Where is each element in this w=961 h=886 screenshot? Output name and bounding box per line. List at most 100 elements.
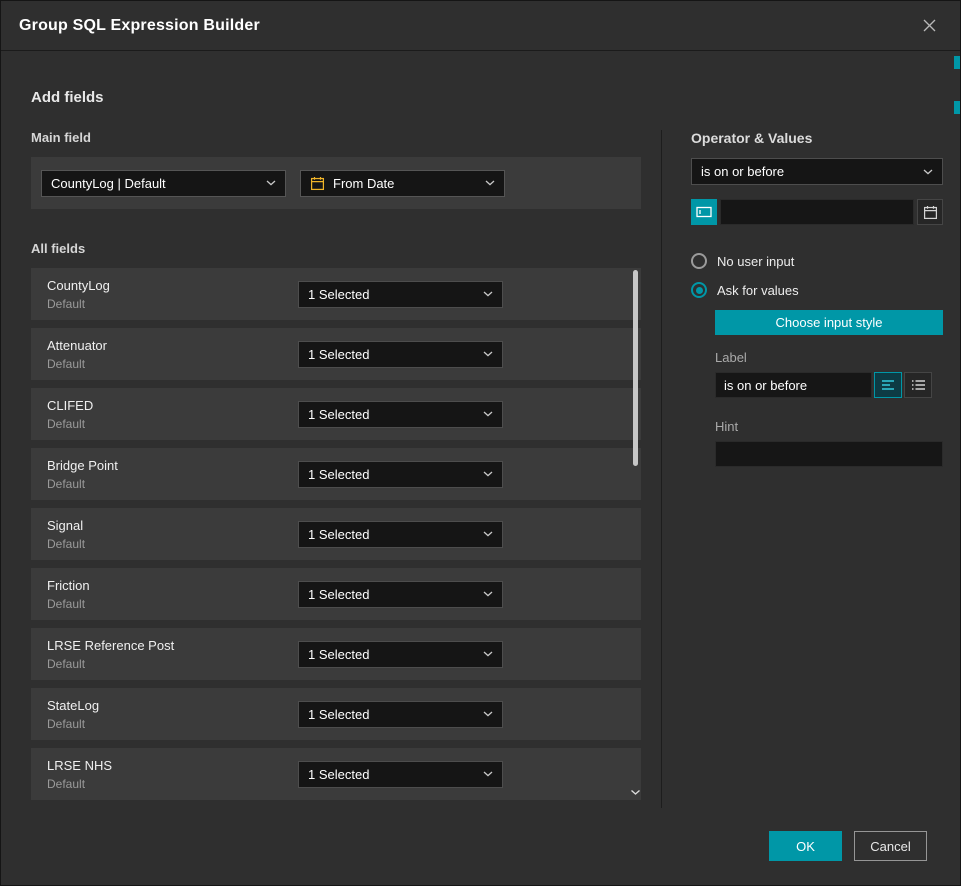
operator-values-title: Operator & Values <box>691 130 943 146</box>
main-field-layer-dropdown[interactable]: CountyLog | Default <box>41 170 286 197</box>
chevron-down-icon <box>923 169 933 175</box>
main-field-field-dropdown[interactable]: From Date <box>300 170 505 197</box>
field-selection-dropdown[interactable]: 1 Selected <box>298 641 503 668</box>
field-dropdown-value: From Date <box>333 176 394 191</box>
fields-column: Main field CountyLog | Default From Date <box>31 130 641 808</box>
field-selection-dropdown[interactable]: 1 Selected <box>298 281 503 308</box>
chevron-down-icon <box>483 771 493 777</box>
field-row: Attenuator Default 1 Selected <box>31 328 641 380</box>
close-button[interactable] <box>916 13 942 39</box>
field-name: CountyLog <box>47 278 298 293</box>
radio-label: No user input <box>717 254 794 269</box>
field-selection-dropdown[interactable]: 1 Selected <box>298 761 503 788</box>
field-info: StateLog Default <box>47 698 298 731</box>
chevron-down-icon <box>266 180 276 186</box>
field-row: Signal Default 1 Selected <box>31 508 641 560</box>
calendar-icon <box>923 205 938 220</box>
chevron-down-icon <box>483 351 493 357</box>
add-fields-heading: Add fields <box>31 89 960 106</box>
selection-count-label: 1 Selected <box>308 467 369 482</box>
field-selection-dropdown[interactable]: 1 Selected <box>298 461 503 488</box>
chevron-down-icon <box>483 291 493 297</box>
field-layer-label: Default <box>47 777 298 791</box>
value-input[interactable] <box>720 199 914 225</box>
selection-count-label: 1 Selected <box>308 647 369 662</box>
dialog-footer: OK Cancel <box>769 831 927 861</box>
selection-count-label: 1 Selected <box>308 707 369 722</box>
selection-count-label: 1 Selected <box>308 407 369 422</box>
cancel-button[interactable]: Cancel <box>854 831 927 861</box>
operator-dropdown[interactable]: is on or before <box>691 158 943 185</box>
label-field-label: Label <box>715 350 943 365</box>
field-row: LRSE Reference Post Default 1 Selected <box>31 628 641 680</box>
calendar-icon <box>310 176 325 191</box>
field-info: Bridge Point Default <box>47 458 298 491</box>
list-style-icon <box>911 379 925 391</box>
field-info: LRSE Reference Post Default <box>47 638 298 671</box>
field-row: CountyLog Default 1 Selected <box>31 268 641 320</box>
field-name: Signal <box>47 518 298 533</box>
scrollbar-mark <box>954 101 960 114</box>
input-style-list-button[interactable] <box>904 372 932 398</box>
dialog-title: Group SQL Expression Builder <box>19 17 260 35</box>
radio-no-user-input[interactable]: No user input <box>691 253 943 269</box>
choose-input-style-button[interactable]: Choose input style <box>715 310 943 335</box>
label-input-row <box>715 372 943 398</box>
dialog-body: Add fields Main field CountyLog | Defaul… <box>1 51 960 808</box>
field-name: Friction <box>47 578 298 593</box>
selection-count-label: 1 Selected <box>308 767 369 782</box>
scrollbar-thumb[interactable] <box>633 270 638 466</box>
layer-dropdown-value: CountyLog | Default <box>51 176 166 191</box>
radio-circle-selected-icon <box>691 282 707 298</box>
all-fields-label: All fields <box>31 241 641 256</box>
field-selection-dropdown[interactable]: 1 Selected <box>298 401 503 428</box>
chevron-down-icon <box>483 651 493 657</box>
page-scrollbar[interactable] <box>954 1 960 885</box>
single-line-style-icon <box>881 379 895 391</box>
field-name: LRSE Reference Post <box>47 638 298 653</box>
label-input[interactable] <box>715 372 872 398</box>
field-selection-dropdown[interactable]: 1 Selected <box>298 521 503 548</box>
field-selection-dropdown[interactable]: 1 Selected <box>298 581 503 608</box>
main-field-panel: CountyLog | Default From Date <box>31 157 641 209</box>
field-info: CountyLog Default <box>47 278 298 311</box>
field-name: StateLog <box>47 698 298 713</box>
hint-field-label: Hint <box>715 419 943 434</box>
field-layer-label: Default <box>47 357 298 371</box>
field-name: Bridge Point <box>47 458 298 473</box>
operator-values-panel: Operator & Values is on or before <box>662 130 961 808</box>
field-name: LRSE NHS <box>47 758 298 773</box>
chevron-down-icon <box>483 471 493 477</box>
input-style-single-button[interactable] <box>874 372 902 398</box>
all-fields-list: CountyLog Default 1 Selected Attenuato <box>31 268 641 800</box>
field-row: StateLog Default 1 Selected <box>31 688 641 740</box>
field-info: Signal Default <box>47 518 298 551</box>
chevron-down-icon <box>483 591 493 597</box>
radio-label: Ask for values <box>717 283 799 298</box>
scroll-down-icon[interactable] <box>630 789 641 796</box>
field-layer-label: Default <box>47 477 298 491</box>
field-layer-label: Default <box>47 297 298 311</box>
field-selection-dropdown[interactable]: 1 Selected <box>298 701 503 728</box>
value-row <box>691 199 943 225</box>
scrollbar-mark <box>954 56 960 69</box>
value-type-button[interactable] <box>691 199 717 225</box>
ok-button[interactable]: OK <box>769 831 842 861</box>
input-value-icon <box>696 205 712 219</box>
chevron-down-icon <box>485 180 495 186</box>
field-info: Friction Default <box>47 578 298 611</box>
field-selection-dropdown[interactable]: 1 Selected <box>298 341 503 368</box>
field-row: Bridge Point Default 1 Selected <box>31 448 641 500</box>
chevron-down-icon <box>483 711 493 717</box>
field-row: Friction Default 1 Selected <box>31 568 641 620</box>
hint-input[interactable] <box>715 441 943 467</box>
radio-ask-for-values[interactable]: Ask for values <box>691 282 943 298</box>
field-info: LRSE NHS Default <box>47 758 298 791</box>
radio-circle-icon <box>691 253 707 269</box>
field-layer-label: Default <box>47 597 298 611</box>
selection-count-label: 1 Selected <box>308 287 369 302</box>
group-sql-expression-builder-dialog: Group SQL Expression Builder Add fields … <box>0 0 961 886</box>
field-row: LRSE NHS Default 1 Selected <box>31 748 641 800</box>
calendar-picker-button[interactable] <box>917 199 943 225</box>
operator-dropdown-value: is on or before <box>701 164 784 179</box>
